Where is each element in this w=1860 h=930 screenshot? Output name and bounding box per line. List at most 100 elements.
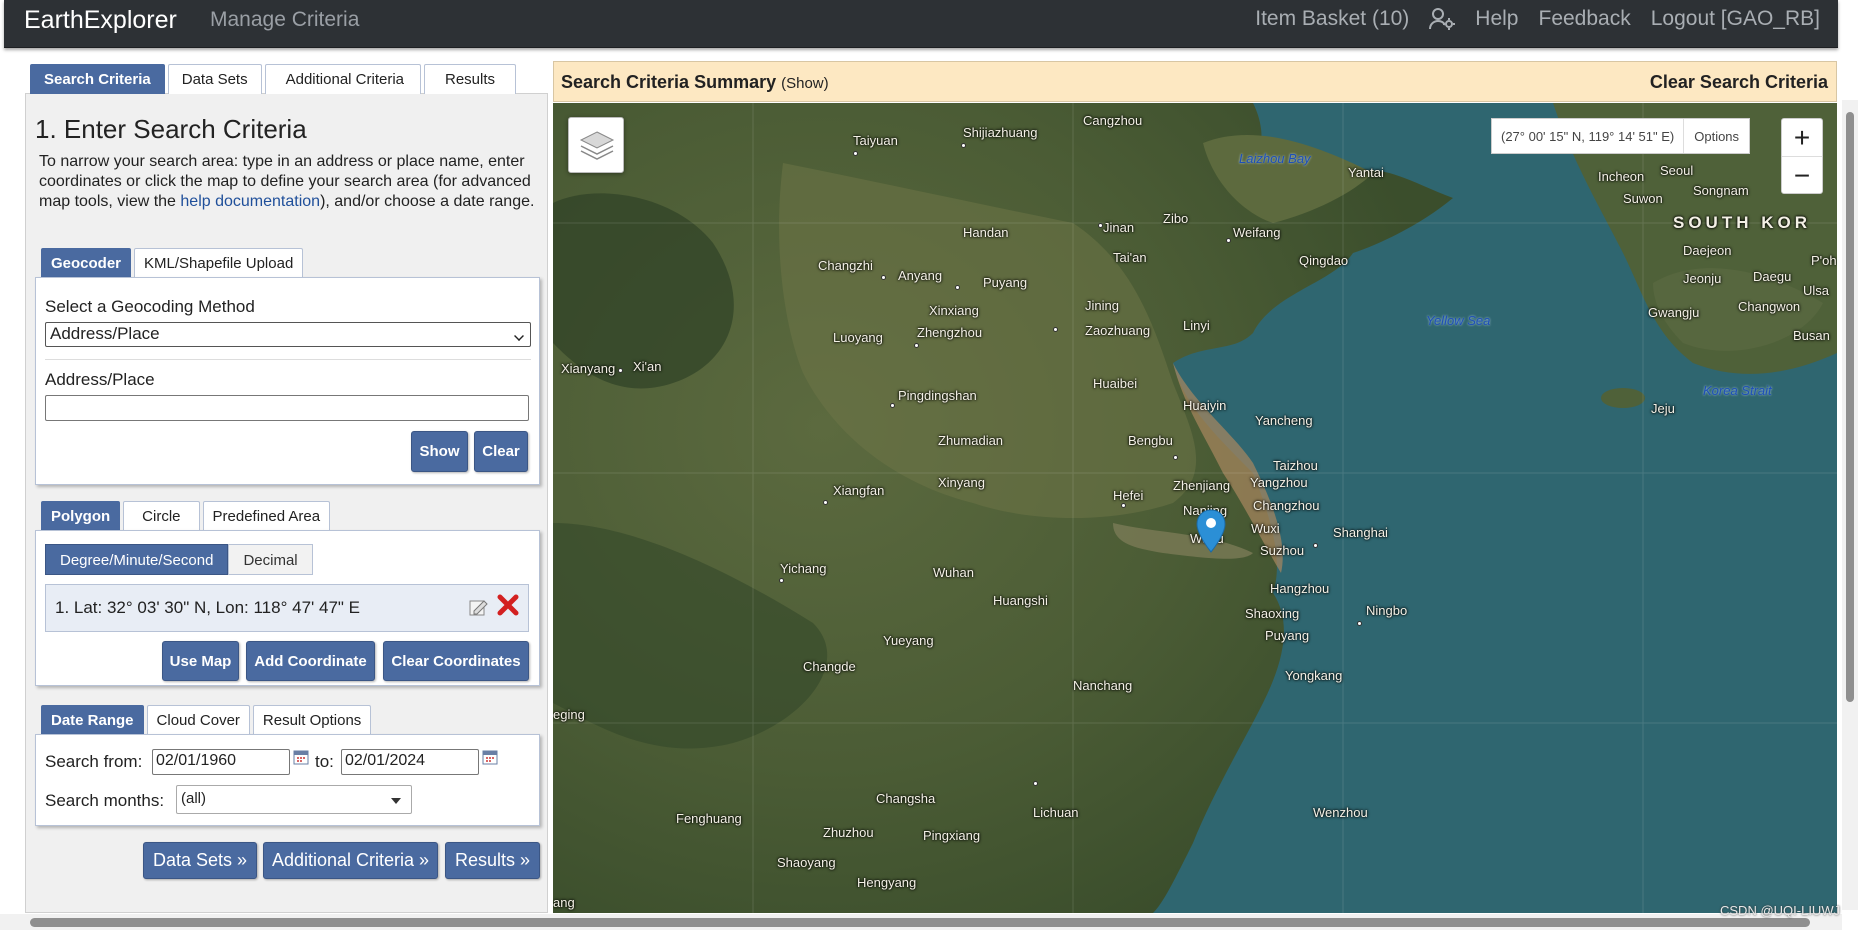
zoom-out-button[interactable]: − (1782, 157, 1822, 195)
horizontal-scrollbar[interactable] (0, 914, 1842, 930)
map-label: Xi'an (633, 359, 662, 374)
city-dot (1098, 223, 1103, 228)
clear-search-criteria-link[interactable]: Clear Search Criteria (1650, 72, 1828, 93)
coordinate-row: 1. Lat: 32° 03' 30" N, Lon: 118° 47' 47"… (45, 584, 529, 632)
city-dot (853, 151, 858, 156)
map-label: Changde (803, 659, 856, 674)
map-label: Jinan (1103, 220, 1135, 235)
map-label: Shanghai (1333, 525, 1388, 540)
map-label: Suwon (1623, 191, 1663, 206)
vertical-scroll-thumb[interactable] (1846, 112, 1854, 702)
tab-circle[interactable]: Circle (123, 501, 200, 530)
manage-criteria-link[interactable]: Manage Criteria (210, 8, 359, 32)
app-brand[interactable]: EarthExplorer (24, 6, 177, 35)
coordinate-text: 1. Lat: 32° 03' 30" N, Lon: 118° 47' 47"… (55, 598, 360, 617)
search-months-select[interactable]: (all) (176, 785, 412, 814)
tab-results[interactable]: Results (424, 64, 517, 94)
map-label: Shaoyang (777, 855, 836, 870)
map-label: ang (553, 895, 575, 910)
zoom-control: + − (1781, 118, 1823, 194)
watermark: CSDN @UQI-LIUWJ (1720, 903, 1841, 918)
map-options-button[interactable]: Options (1683, 119, 1749, 153)
tab-additional-criteria[interactable]: Additional Criteria (264, 64, 421, 94)
calendar-icon[interactable] (482, 749, 498, 765)
map-label: Seoul (1660, 163, 1694, 178)
map-label: Lichuan (1033, 805, 1079, 820)
top-navigation-bar: EarthExplorer Manage Criteria Item Baske… (4, 0, 1838, 48)
map-label: Shijiazhuang (963, 125, 1038, 140)
geocoding-method-select[interactable]: Address/Place (45, 322, 531, 347)
logout-link[interactable]: Logout [GAO_RB] (1651, 7, 1820, 31)
clear-coordinates-button[interactable]: Clear Coordinates (383, 641, 529, 681)
tab-geocoder[interactable]: Geocoder (41, 248, 132, 277)
results-next-button[interactable]: Results » (445, 842, 540, 879)
divider (45, 359, 531, 360)
tab-result-options[interactable]: Result Options (252, 705, 372, 734)
additional-criteria-next-button[interactable]: Additional Criteria » (263, 842, 438, 879)
map-label: Anyang (898, 268, 943, 283)
data-sets-next-button[interactable]: Data Sets » (143, 842, 257, 879)
tab-date-range[interactable]: Date Range (41, 705, 144, 734)
coordinate-format-toggle: Degree/Minute/Second Decimal (45, 544, 313, 575)
tab-predefined-area[interactable]: Predefined Area (202, 501, 331, 530)
calendar-icon[interactable] (293, 749, 309, 765)
map-label: Zhuzhou (823, 825, 874, 840)
search-to-input[interactable]: 02/01/2024 (341, 749, 479, 775)
horizontal-scroll-thumb[interactable] (30, 918, 1810, 927)
map-label: Handan (963, 225, 1009, 240)
format-dms[interactable]: Degree/Minute/Second (45, 544, 229, 575)
help-documentation-link[interactable]: help documentation (180, 193, 320, 210)
edit-icon[interactable] (468, 596, 490, 618)
intro-text: To narrow your search area: type in an a… (39, 153, 535, 210)
delete-icon[interactable] (496, 593, 520, 617)
format-decimal[interactable]: Decimal (228, 544, 313, 575)
map-label: Fenghuang (676, 811, 742, 826)
tab-search-criteria[interactable]: Search Criteria (30, 64, 165, 94)
layers-button[interactable] (568, 117, 624, 173)
map-label: Zaozhuang (1085, 323, 1151, 338)
city-dot (1033, 781, 1038, 786)
user-settings-icon[interactable] (1429, 7, 1456, 31)
map-label: Yantai (1348, 165, 1384, 180)
location-pin-icon[interactable] (1195, 508, 1227, 556)
map-label: Taiyuan (853, 133, 898, 148)
summary-title[interactable]: Search Criteria Summary (Show) (561, 72, 829, 93)
map-label: Jeonju (1683, 271, 1722, 286)
map-label: Changzhou (1253, 498, 1320, 513)
item-basket-link[interactable]: Item Basket (10) (1255, 7, 1409, 31)
show-button[interactable]: Show (411, 431, 468, 472)
map-label: Shaoxing (1245, 606, 1300, 621)
map-label: Weifang (1233, 225, 1281, 240)
map-label: Daejeon (1683, 243, 1732, 258)
map-label: Ningbo (1366, 603, 1408, 618)
tab-polygon[interactable]: Polygon (41, 501, 121, 530)
tab-cloud-cover[interactable]: Cloud Cover (146, 705, 250, 734)
use-map-button[interactable]: Use Map (162, 641, 239, 681)
map-label: Zhengzhou (917, 325, 983, 340)
map-label: Suzhou (1260, 543, 1305, 558)
map-label: Yueyang (883, 633, 934, 648)
map-label: Yangzhou (1250, 475, 1308, 490)
map-view[interactable]: Cangzhou Taiyuan Shijiazhuang Laizhou Ba… (553, 103, 1837, 913)
map-label: Incheon (1598, 169, 1645, 184)
city-dot (1226, 238, 1231, 243)
map-label: Xianyang (561, 361, 616, 376)
search-from-input[interactable]: 02/01/1960 (152, 749, 290, 775)
tab-data-sets[interactable]: Data Sets (167, 64, 262, 94)
vertical-scrollbar[interactable] (1842, 100, 1858, 910)
map-label: Songnam (1693, 183, 1749, 198)
address-place-input[interactable] (45, 395, 529, 421)
summary-show-link[interactable]: (Show) (781, 75, 829, 92)
map-label: Yongkang (1285, 668, 1343, 683)
feedback-link[interactable]: Feedback (1539, 7, 1631, 31)
add-coordinate-button[interactable]: Add Coordinate (246, 641, 375, 681)
main-tabs: Search Criteria Data Sets Additional Cri… (30, 64, 517, 94)
layers-icon (579, 131, 615, 160)
clear-geocoder-button[interactable]: Clear (474, 431, 528, 472)
tab-kml-shapefile-upload[interactable]: KML/Shapefile Upload (134, 248, 304, 277)
map-label: Jining (1085, 298, 1119, 313)
zoom-in-button[interactable]: + (1782, 119, 1822, 157)
help-link[interactable]: Help (1475, 7, 1518, 31)
map-label: eging (553, 707, 585, 722)
map-label: Xinxiang (929, 303, 979, 318)
